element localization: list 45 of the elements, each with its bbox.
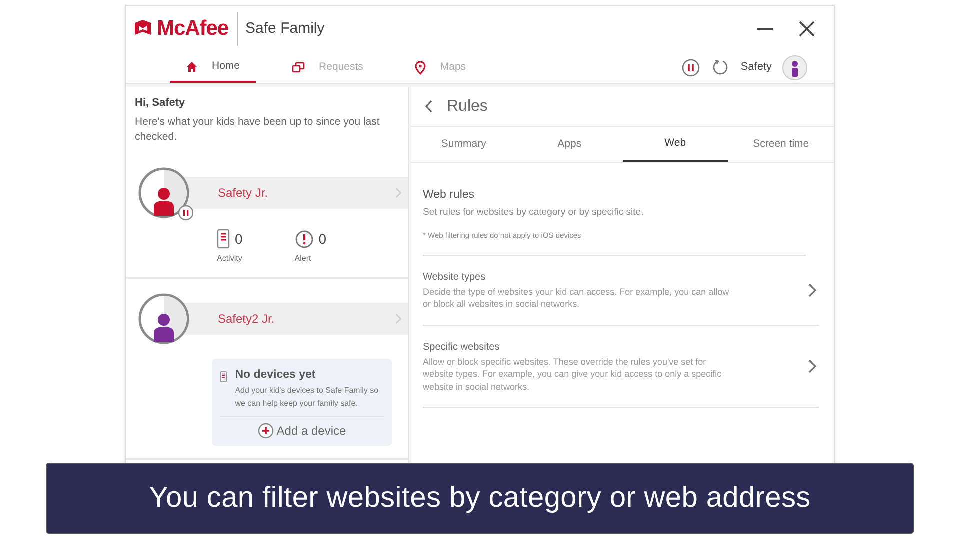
- refresh-icon[interactable]: [712, 59, 729, 76]
- chevron-right-icon: [395, 186, 402, 198]
- stat-label: Alert: [294, 252, 312, 264]
- phone-list-icon: [217, 229, 230, 249]
- rules-tab[interactable]: Summary: [411, 127, 517, 162]
- no-devices-text: Add your kid's devices to Safe Family so we can help keep your family safe.: [235, 384, 380, 410]
- rule-option-text: Decide the type of websites your kid can access. For example, you can allow or block all websites in social networks.: [423, 286, 730, 311]
- close-icon: [799, 21, 815, 37]
- rule-option-row[interactable]: Website types Decide the type of websites your kid can access. For example, you can allow or block all websites in social networks.: [423, 256, 819, 326]
- minimize-icon: [757, 28, 773, 30]
- chevron-right-icon: [808, 282, 817, 298]
- account-avatar-icon[interactable]: [782, 54, 808, 80]
- alert-icon: [294, 230, 314, 248]
- rule-option-title: Website types: [423, 270, 487, 285]
- greeting-title: Hi, Safety: [135, 96, 186, 111]
- home-icon: [186, 60, 198, 72]
- plus-circle-icon: [258, 422, 274, 439]
- rule-option-text: Allow or block specific websites. These override the rules you've set for website types. For example, you can give your kid access to only a specific website in social networks.: [423, 356, 723, 394]
- stat-count: 0: [318, 230, 327, 248]
- account-name: Safety: [740, 60, 772, 76]
- stat-count: 0: [235, 230, 243, 248]
- stat-label: Activity: [217, 252, 242, 264]
- greeting-text: Here's what your kids have been up to since you last checked.: [135, 114, 381, 144]
- chevron-right-icon: [808, 359, 817, 374]
- section-heading: Web rules: [423, 188, 476, 203]
- pause-icon[interactable]: [682, 58, 700, 76]
- caption-banner: You can filter websites by category or web address: [46, 463, 914, 534]
- nav-tab[interactable]: Maps: [399, 52, 482, 83]
- rules-tab[interactable]: Screen time: [728, 127, 834, 162]
- product-name: Safe Family: [246, 18, 325, 39]
- rules-tab[interactable]: Web: [622, 127, 728, 162]
- back-chevron-icon[interactable]: [425, 100, 433, 113]
- rules-title: Rules: [447, 96, 488, 116]
- rule-option-row[interactable]: Specific websites Allow or block specific websites. These override the rules you've set for website types. For example, you can give your kid access to only a specific website in social networks.: [423, 326, 819, 408]
- chat-icon: [292, 62, 306, 74]
- pause-badge-icon: [178, 204, 194, 220]
- section-subheading: Set rules for websites by category or by specific site.: [423, 206, 645, 220]
- chevron-right-icon: [395, 312, 402, 324]
- no-devices-title: No devices yet: [235, 368, 317, 382]
- nav-tab[interactable]: Requests: [276, 52, 380, 83]
- brand-name: McAfee: [157, 16, 229, 42]
- rule-option-title: Specific websites: [423, 340, 501, 355]
- rules-tab[interactable]: Apps: [516, 127, 622, 162]
- add-device-button[interactable]: Add a device: [258, 422, 346, 440]
- location-pin-icon: [415, 60, 426, 74]
